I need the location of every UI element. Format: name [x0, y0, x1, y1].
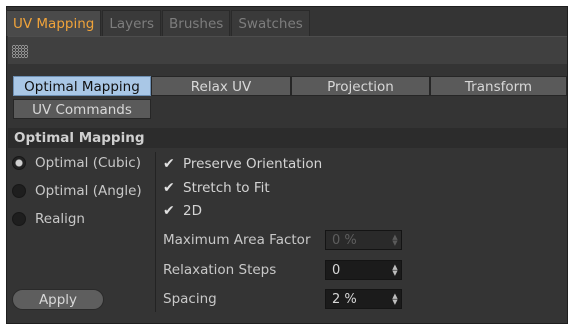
- max-area-factor-label: Maximum Area Factor: [163, 232, 311, 248]
- relaxation-steps-label: Relaxation Steps: [163, 262, 277, 278]
- grip-icon[interactable]: [12, 45, 28, 58]
- field-value: 0 %: [332, 233, 357, 248]
- checkmark-icon[interactable]: ✔: [163, 157, 177, 171]
- max-area-factor-field[interactable]: 0 % ▲ ▼: [325, 230, 402, 250]
- field-value: 0: [332, 263, 341, 278]
- radio-optimal-cubic[interactable]: Optimal (Cubic): [12, 153, 141, 173]
- radio-label: Optimal (Angle): [35, 183, 142, 199]
- subtab-optimal-mapping[interactable]: Optimal Mapping: [13, 76, 151, 96]
- spinner-arrows-icon[interactable]: ▲ ▼: [392, 264, 398, 277]
- subtab-transform[interactable]: Transform: [430, 76, 567, 96]
- tab-brushes[interactable]: Brushes: [162, 10, 231, 36]
- checkmark-icon[interactable]: ✔: [163, 181, 177, 195]
- section-title: Optimal Mapping: [8, 128, 567, 148]
- subtab-relax-uv[interactable]: Relax UV: [151, 76, 291, 96]
- radio-icon[interactable]: [12, 184, 26, 198]
- tab-uv-mapping[interactable]: UV Mapping: [6, 10, 102, 36]
- radio-optimal-angle[interactable]: Optimal (Angle): [12, 181, 142, 201]
- field-value: 2 %: [332, 292, 357, 307]
- checkbox-label: 2D: [183, 203, 202, 219]
- tab-layers[interactable]: Layers: [102, 10, 162, 36]
- tab-swatches[interactable]: Swatches: [231, 10, 310, 36]
- checkbox-preserve-orientation[interactable]: ✔ Preserve Orientation: [163, 154, 322, 174]
- apply-button[interactable]: Apply: [12, 289, 104, 310]
- subtab-uv-commands[interactable]: UV Commands: [13, 99, 151, 119]
- panel-toolbar: [8, 36, 567, 64]
- radio-icon[interactable]: [12, 212, 26, 226]
- spacing-field[interactable]: 2 % ▲ ▼: [325, 289, 402, 309]
- checkbox-stretch-to-fit[interactable]: ✔ Stretch to Fit: [163, 178, 270, 198]
- checkbox-label: Stretch to Fit: [183, 180, 270, 196]
- spinner-arrows-icon[interactable]: ▲ ▼: [392, 234, 398, 247]
- tab-bar: UV Mapping Layers Brushes Swatches: [6, 10, 311, 36]
- checkmark-icon[interactable]: ✔: [163, 204, 177, 218]
- radio-realign[interactable]: Realign: [12, 209, 85, 229]
- column-divider: [155, 152, 156, 312]
- spinner-arrows-icon[interactable]: ▲ ▼: [392, 293, 398, 306]
- relaxation-steps-field[interactable]: 0 ▲ ▼: [325, 260, 402, 280]
- radio-label: Optimal (Cubic): [35, 155, 141, 171]
- spacing-label: Spacing: [163, 291, 217, 307]
- checkbox-label: Preserve Orientation: [183, 156, 323, 172]
- checkbox-2d[interactable]: ✔ 2D: [163, 201, 202, 221]
- radio-label: Realign: [35, 211, 85, 227]
- subtab-projection[interactable]: Projection: [291, 76, 430, 96]
- radio-selected-icon[interactable]: [12, 156, 26, 170]
